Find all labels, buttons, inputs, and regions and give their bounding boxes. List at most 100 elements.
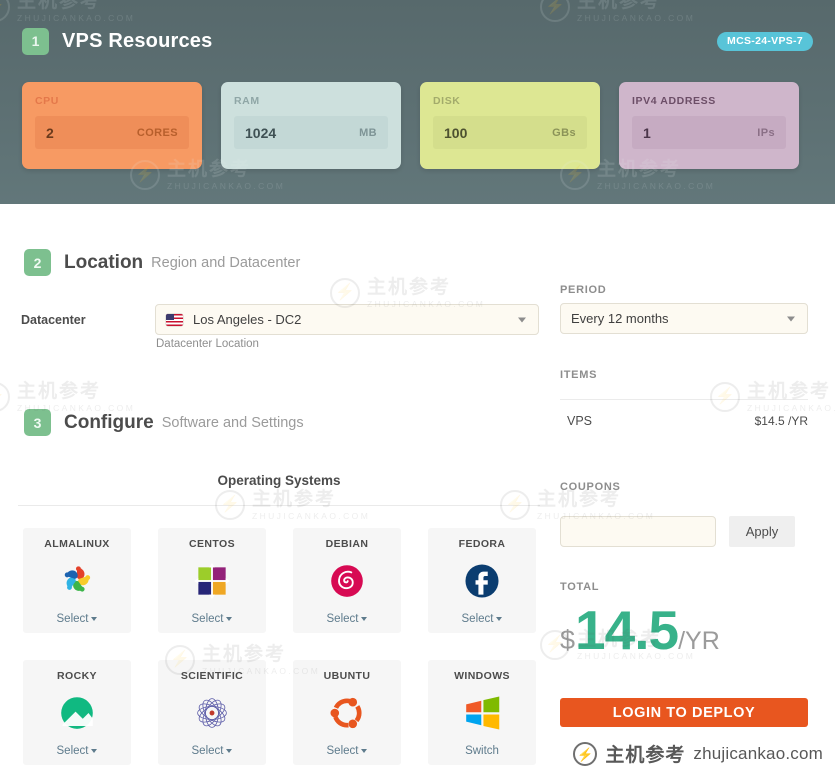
os-card-fedora[interactable]: FEDORA Select <box>428 528 536 633</box>
resource-input-ram[interactable]: 1024 MB <box>234 116 388 149</box>
watermark: 主机参考 ZHUJICANKAO.COM <box>710 382 835 413</box>
resource-value: 1 <box>643 124 651 141</box>
watermark-cn: 主机参考 <box>17 381 102 402</box>
datacenter-select[interactable]: Los Angeles - DC2 <box>155 304 539 335</box>
os-card-windows[interactable]: WINDOWS Switch <box>428 660 536 765</box>
step-badge-1: 1 <box>22 27 49 55</box>
os-action-label: Select <box>326 613 359 625</box>
coupon-row: Apply <box>560 516 808 547</box>
datacenter-row: Datacenter Los Angeles - DC2 <box>21 304 539 335</box>
os-card-debian[interactable]: DEBIAN Select <box>293 528 401 633</box>
watermark-cn: 主机参考 <box>577 0 662 12</box>
resource-label: RAM <box>234 95 260 107</box>
watermark-cn: 主机参考 <box>252 489 337 510</box>
os-select-rocky[interactable]: Select <box>23 745 131 757</box>
location-subtitle: Region and Datacenter <box>151 254 301 271</box>
us-flag-icon <box>166 313 183 326</box>
resource-label: IPV4 ADDRESS <box>632 95 716 107</box>
watermark-cn: 主机参考 <box>367 277 452 298</box>
resource-unit: GBs <box>552 126 576 139</box>
os-select-ubuntu[interactable]: Select <box>293 745 401 757</box>
os-card-centos[interactable]: CENTOS Select <box>158 528 266 633</box>
os-action-label: Select <box>461 613 494 625</box>
chevron-down-icon <box>91 616 98 621</box>
resource-label: DISK <box>433 95 461 107</box>
watermark-en: ZHUJICANKAO.COM <box>577 13 696 23</box>
ubuntu-logo <box>323 689 371 737</box>
coupons-label: COUPONS <box>560 481 621 493</box>
os-select-centos[interactable]: Select <box>158 613 266 625</box>
resource-input-ipv4[interactable]: 1 IPs <box>632 116 786 149</box>
apply-coupon-button[interactable]: Apply <box>729 516 795 547</box>
os-name: ROCKY <box>57 670 97 682</box>
resource-value: 100 <box>444 124 468 141</box>
brand-domain: zhujicankao.com <box>693 743 823 763</box>
os-name: SCIENTIFIC <box>180 670 244 682</box>
os-divider <box>18 505 540 506</box>
os-action-label: Select <box>191 745 224 757</box>
os-select-debian[interactable]: Select <box>293 613 401 625</box>
location-title: Location <box>64 251 144 273</box>
os-switch-windows[interactable]: Switch <box>428 745 536 757</box>
chevron-down-icon <box>226 616 233 621</box>
coupon-input[interactable] <box>560 516 716 547</box>
datacenter-hint: Datacenter Location <box>156 338 259 350</box>
debian-logo <box>323 557 371 605</box>
os-name: FEDORA <box>458 538 506 550</box>
os-card-almalinux[interactable]: ALMALINUX Select <box>23 528 131 633</box>
configure-subtitle: Software and Settings <box>161 414 304 431</box>
watermark-cn: 主机参考 <box>17 0 102 12</box>
watermark-logo-icon <box>0 0 10 23</box>
datacenter-value: Los Angeles - DC2 <box>193 312 302 327</box>
resource-value: 1024 <box>245 124 277 141</box>
chevron-down-icon <box>361 748 368 753</box>
chevron-down-icon <box>361 616 368 621</box>
header-title-row: 1 VPS Resources MCS-24-VPS-7 <box>22 27 813 55</box>
resource-input-disk[interactable]: 100 GBs <box>433 116 587 149</box>
login-to-deploy-button[interactable]: LOGIN TO DEPLOY <box>560 698 808 727</box>
operating-systems-title: Operating Systems <box>217 473 341 488</box>
brand-watermark: 主机参考 zhujicankao.com <box>573 740 823 767</box>
os-select-fedora[interactable]: Select <box>428 613 536 625</box>
resource-unit: MB <box>359 126 377 139</box>
os-card-rocky[interactable]: ROCKY Select <box>23 660 131 765</box>
page-title: VPS Resources <box>62 29 213 52</box>
chevron-down-icon <box>496 616 503 621</box>
watermark-en: ZHUJICANKAO.COM <box>597 181 716 191</box>
resource-unit: CORES <box>136 126 178 139</box>
chevron-down-icon <box>518 317 526 322</box>
item-price: $14.5 /YR <box>754 414 808 428</box>
step-badge-2: 2 <box>24 249 51 276</box>
resource-input-cpu[interactable]: 2 CORES <box>35 116 189 149</box>
watermark-en: ZHUJICANKAO.COM <box>167 181 286 191</box>
centos-logo <box>188 557 236 605</box>
watermark-en: ZHUJICANKAO.COM <box>17 13 136 23</box>
os-name: DEBIAN <box>325 538 369 550</box>
os-select-almalinux[interactable]: Select <box>23 613 131 625</box>
scientific-logo <box>188 689 236 737</box>
os-card-scientific[interactable]: SCIENTIFIC Select <box>158 660 266 765</box>
total-currency: $ <box>560 625 576 655</box>
watermark: 主机参考 ZHUJICANKAO.COM <box>540 0 695 23</box>
os-select-scientific[interactable]: Select <box>158 745 266 757</box>
resource-label: CPU <box>35 95 59 107</box>
rocky-logo <box>53 689 101 737</box>
os-card-ubuntu[interactable]: UBUNTU Select <box>293 660 401 765</box>
os-name: ALMALINUX <box>44 538 110 550</box>
os-name: CENTOS <box>189 538 235 550</box>
total-price: $ 14.5 /YR <box>560 598 720 662</box>
os-name: UBUNTU <box>323 670 371 682</box>
resource-card-ram: RAM 1024 MB <box>221 82 401 169</box>
os-action-label: Select <box>191 613 224 625</box>
resource-card-cpu: CPU 2 CORES <box>22 82 202 169</box>
resource-card-disk: DISK 100 GBs <box>420 82 600 169</box>
watermark: 主机参考 ZHUJICANKAO.COM <box>0 382 135 413</box>
datacenter-label: Datacenter <box>21 313 86 327</box>
period-select[interactable]: Every 12 months <box>560 303 808 334</box>
os-action-label: Switch <box>465 745 499 757</box>
watermark-logo-icon <box>710 382 740 413</box>
os-action-label: Select <box>326 745 359 757</box>
configure-title: Configure <box>64 411 154 433</box>
chevron-down-icon <box>226 748 233 753</box>
chevron-down-icon <box>91 748 98 753</box>
